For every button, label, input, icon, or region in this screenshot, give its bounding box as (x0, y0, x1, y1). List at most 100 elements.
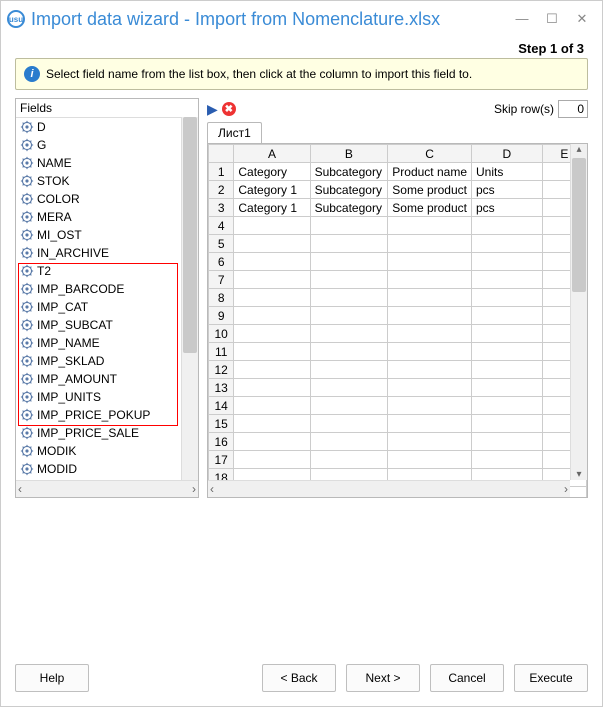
row-header[interactable]: 6 (209, 253, 234, 271)
row-header[interactable]: 13 (209, 379, 234, 397)
grid-cell[interactable]: Units (472, 163, 543, 181)
grid-cell[interactable]: Category 1 (234, 199, 310, 217)
grid-cell[interactable] (472, 343, 543, 361)
grid-cell[interactable] (472, 361, 543, 379)
grid-cell[interactable] (388, 325, 472, 343)
grid-cell[interactable] (234, 289, 310, 307)
grid-cell[interactable] (234, 325, 310, 343)
grid-cell[interactable] (310, 289, 388, 307)
field-item[interactable]: IMP_UNITS (16, 388, 198, 406)
field-item[interactable]: NAME (16, 154, 198, 172)
field-item[interactable]: IMP_SUBCAT (16, 316, 198, 334)
execute-button[interactable]: Execute (514, 664, 588, 692)
row-header[interactable]: 7 (209, 271, 234, 289)
field-item[interactable]: IMP_CAT (16, 298, 198, 316)
grid-cell[interactable]: Subcategory (310, 199, 388, 217)
grid-cell[interactable] (310, 451, 388, 469)
grid-cell[interactable] (472, 451, 543, 469)
grid-cell[interactable]: Some product (388, 199, 472, 217)
row-header[interactable]: 2 (209, 181, 234, 199)
grid-cell[interactable] (234, 343, 310, 361)
row-header[interactable]: 3 (209, 199, 234, 217)
grid-cell[interactable] (388, 415, 472, 433)
spreadsheet-grid[interactable]: ABCDE1CategorySubcategoryProduct nameUni… (207, 143, 588, 498)
grid-cell[interactable] (388, 253, 472, 271)
row-header[interactable]: 14 (209, 397, 234, 415)
row-header[interactable]: 12 (209, 361, 234, 379)
grid-cell[interactable] (310, 325, 388, 343)
cancel-button[interactable]: Cancel (430, 664, 504, 692)
fields-horizontal-scrollbar[interactable]: ‹› (16, 480, 198, 497)
grid-cell[interactable] (388, 271, 472, 289)
column-header[interactable]: A (234, 145, 310, 163)
field-item[interactable]: STOK (16, 172, 198, 190)
grid-cell[interactable] (234, 235, 310, 253)
skip-rows-input[interactable] (558, 100, 588, 118)
maximize-button[interactable]: ☐ (544, 11, 560, 27)
grid-cell[interactable] (472, 253, 543, 271)
field-item[interactable]: MERA (16, 208, 198, 226)
stop-icon[interactable]: ✖ (222, 102, 236, 116)
grid-cell[interactable] (234, 217, 310, 235)
grid-cell[interactable] (472, 325, 543, 343)
field-item[interactable]: IMP_BARCODE (16, 280, 198, 298)
grid-cell[interactable] (472, 271, 543, 289)
row-header[interactable]: 16 (209, 433, 234, 451)
grid-cell[interactable] (310, 307, 388, 325)
column-header[interactable]: C (388, 145, 472, 163)
field-item[interactable]: IMP_PRICE_POKUP (16, 406, 198, 424)
grid-cell[interactable] (234, 451, 310, 469)
grid-cell[interactable] (388, 289, 472, 307)
grid-cell[interactable] (234, 271, 310, 289)
grid-cell[interactable]: Subcategory (310, 181, 388, 199)
column-header[interactable]: B (310, 145, 388, 163)
grid-cell[interactable]: Subcategory (310, 163, 388, 181)
grid-cell[interactable] (472, 235, 543, 253)
grid-cell[interactable] (234, 361, 310, 379)
grid-cell[interactable] (234, 433, 310, 451)
field-item[interactable]: IMP_SKLAD (16, 352, 198, 370)
grid-cell[interactable] (472, 307, 543, 325)
field-item[interactable]: MI_OST (16, 226, 198, 244)
grid-cell[interactable] (472, 217, 543, 235)
row-header[interactable]: 5 (209, 235, 234, 253)
grid-cell[interactable]: pcs (472, 181, 543, 199)
grid-cell[interactable] (388, 217, 472, 235)
row-header[interactable]: 8 (209, 289, 234, 307)
grid-cell[interactable]: Some product (388, 181, 472, 199)
grid-vertical-scrollbar[interactable]: ▴ ▾ (570, 144, 587, 480)
field-item[interactable]: MODIK (16, 442, 198, 460)
grid-cell[interactable] (472, 289, 543, 307)
minimize-button[interactable]: — (514, 11, 530, 27)
row-header[interactable]: 17 (209, 451, 234, 469)
grid-cell[interactable] (310, 271, 388, 289)
row-header[interactable]: 10 (209, 325, 234, 343)
field-item[interactable]: M_TM_CAT__NAME (16, 478, 198, 480)
grid-cell[interactable] (310, 361, 388, 379)
field-item[interactable]: D (16, 118, 198, 136)
grid-cell[interactable] (388, 307, 472, 325)
grid-cell[interactable] (310, 253, 388, 271)
grid-cell[interactable] (234, 379, 310, 397)
grid-cell[interactable]: Product name (388, 163, 472, 181)
back-button[interactable]: < Back (262, 664, 336, 692)
grid-cell[interactable] (472, 415, 543, 433)
grid-cell[interactable] (388, 397, 472, 415)
column-header[interactable]: D (472, 145, 543, 163)
row-header[interactable]: 15 (209, 415, 234, 433)
play-icon[interactable]: ▶ (207, 101, 218, 118)
field-item[interactable]: IMP_PRICE_SALE (16, 424, 198, 442)
grid-cell[interactable] (310, 433, 388, 451)
grid-cell[interactable] (310, 235, 388, 253)
field-item[interactable]: IMP_AMOUNT (16, 370, 198, 388)
grid-cell[interactable] (388, 343, 472, 361)
grid-cell[interactable] (234, 397, 310, 415)
grid-cell[interactable]: Category 1 (234, 181, 310, 199)
grid-cell[interactable] (388, 379, 472, 397)
sheet-tab[interactable]: Лист1 (207, 122, 262, 143)
grid-cell[interactable] (472, 433, 543, 451)
grid-cell[interactable] (472, 397, 543, 415)
grid-cell[interactable]: Category (234, 163, 310, 181)
field-item[interactable]: IMP_NAME (16, 334, 198, 352)
field-item[interactable]: MODID (16, 460, 198, 478)
